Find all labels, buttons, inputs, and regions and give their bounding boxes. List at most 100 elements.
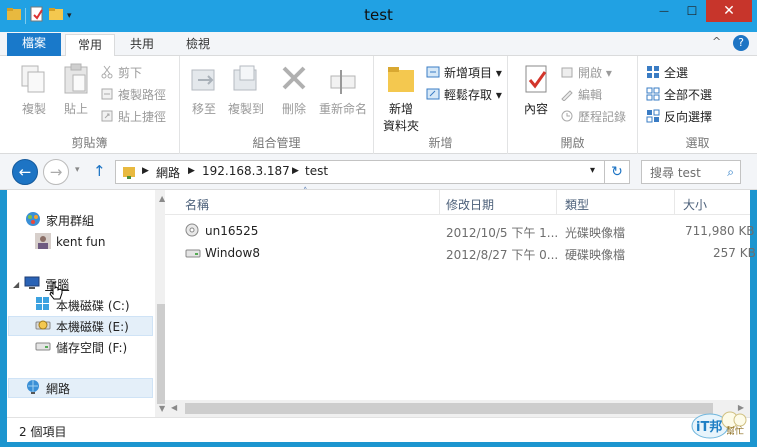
column-header: ˄ 名稱 修改日期 類型 大小 (165, 187, 750, 215)
select-none-button[interactable]: 全部不選 (646, 84, 712, 104)
paste-shortcut-button[interactable]: 貼上捷徑 (100, 106, 166, 126)
file-date: 2012/8/27 下午 0... (446, 248, 559, 262)
easy-access-button[interactable]: 輕鬆存取 ▾ (426, 84, 502, 104)
file-row[interactable]: Window8 2012/8/27 下午 0... 硬碟映像檔 257 KB (165, 243, 756, 263)
column-divider[interactable] (556, 190, 557, 215)
tab-file[interactable]: 檔案 (7, 33, 61, 56)
properties-button[interactable]: 內容 (516, 62, 556, 117)
file-name: Window8 (205, 246, 260, 260)
title-bar[interactable]: ▾ test — ☐ ✕ (0, 0, 757, 32)
copy-path-button[interactable]: 複製路徑 (100, 84, 166, 104)
nav-item-homegroup[interactable]: 家用群組 (25, 210, 94, 230)
tab-home[interactable]: 常用 (65, 34, 115, 58)
breadcrumb-test[interactable]: test (305, 164, 328, 178)
address-dropdown-icon[interactable]: ▾ (590, 165, 595, 176)
homegroup-icon (25, 211, 41, 230)
copy-button[interactable]: 複製 (14, 62, 54, 117)
organize-group-name: 組合管理 (252, 136, 301, 150)
files-scroll-thumb[interactable] (185, 403, 713, 414)
forward-button[interactable]: → (43, 159, 69, 185)
refresh-button[interactable]: ↻ (604, 160, 630, 184)
address-bar[interactable]: ▶ 網路 ▶ 192.168.3.187 ▶ test ▾ (115, 160, 605, 184)
column-date[interactable]: 修改日期 (446, 196, 494, 213)
mouse-cursor-icon (48, 282, 64, 305)
search-box[interactable]: 搜尋 test ⌕ (641, 160, 741, 184)
drive-icon (35, 317, 51, 336)
back-button[interactable]: ← (12, 159, 38, 185)
copy-to-button[interactable]: 複製到 (224, 62, 268, 117)
disc-image-icon (185, 223, 199, 240)
logo-text: iT邦 (696, 420, 723, 435)
paste-shortcut-label: 貼上捷徑 (118, 109, 167, 124)
paste-button[interactable]: 貼上 (56, 62, 96, 117)
tab-share[interactable]: 共用 (120, 34, 164, 56)
nav-item-drive-f[interactable]: 儲存空間 (F:) (35, 337, 127, 357)
properties-label: 內容 (523, 102, 548, 116)
rename-button[interactable]: 重新命名 (316, 62, 370, 117)
organize-group: 移至 複製到 刪除 重新命名 組合管理 (180, 56, 374, 154)
recent-locations-icon[interactable]: ▾ (75, 165, 80, 175)
up-arrow-icon[interactable]: ↑ (93, 162, 106, 180)
nav-item-drive-e[interactable]: 本機磁碟 (E:) (8, 316, 153, 336)
copy-label: 複製 (21, 102, 46, 116)
paste-label: 貼上 (63, 102, 88, 116)
clipboard-group-name: 剪貼簿 (71, 136, 108, 150)
breadcrumb-host[interactable]: 192.168.3.187 (202, 164, 290, 178)
explorer-window: ▾ test — ☐ ✕ 檔案 常用 共用 檢視 ^ ? 複製 貼上 剪下 複製… (0, 0, 757, 447)
window-title: test (364, 6, 393, 24)
move-to-button[interactable]: 移至 (184, 62, 224, 117)
properties-icon (525, 65, 547, 93)
select-all-icon (646, 65, 660, 79)
maximize-button[interactable]: ☐ (678, 0, 706, 22)
crumb-separator-icon: ▶ (292, 166, 299, 176)
tab-view[interactable]: 檢視 (176, 34, 220, 56)
column-type[interactable]: 類型 (565, 196, 589, 213)
close-button[interactable]: ✕ (706, 0, 752, 22)
invert-selection-icon (646, 109, 660, 123)
edit-button[interactable]: 編輯 (560, 84, 602, 104)
help-icon[interactable]: ? (733, 35, 749, 51)
invert-selection-button[interactable]: 反向選擇 (646, 106, 712, 126)
scroll-left-icon[interactable]: ◀ (171, 403, 177, 412)
user-avatar-icon (35, 232, 51, 252)
select-all-button[interactable]: 全選 (646, 62, 688, 82)
crumb-separator-icon: ▶ (142, 166, 149, 176)
minimize-button[interactable]: — (650, 0, 678, 22)
copy-path-label: 複製路徑 (118, 87, 167, 102)
breadcrumb-network[interactable]: 網路 (156, 164, 180, 181)
file-row[interactable]: un16525 2012/10/5 下午 1... 光碟映像檔 711,980 … (165, 221, 755, 241)
easy-access-icon (426, 87, 440, 101)
column-name[interactable]: 名稱 (185, 196, 209, 213)
column-divider[interactable] (439, 190, 440, 215)
collapse-ribbon-icon[interactable]: ^ (712, 35, 721, 48)
nav-item-kent-fun[interactable]: kent fun (35, 232, 105, 252)
new-folder-label-2: 資料夾 (382, 119, 419, 133)
nav-item-label: 網路 (46, 381, 71, 396)
column-divider[interactable] (674, 190, 675, 215)
delete-label: 刪除 (281, 102, 306, 116)
open-button[interactable]: 開啟 ▾ (560, 62, 612, 82)
sort-arrow-icon: ˄ (303, 187, 308, 197)
files-horizontal-scrollbar[interactable]: ◀ ▶ (165, 400, 750, 417)
cut-label: 剪下 (118, 65, 143, 80)
nav-item-label: 本機磁碟 (E:) (56, 319, 129, 334)
file-date: 2012/10/5 下午 1... (446, 226, 559, 240)
select-none-label: 全部不選 (664, 87, 713, 102)
computer-icon (24, 275, 40, 294)
history-button[interactable]: 歷程記錄 (560, 106, 626, 126)
cut-button[interactable]: 剪下 (100, 62, 142, 82)
new-item-label: 新增項目 ▾ (444, 65, 502, 80)
invert-selection-label: 反向選擇 (664, 109, 713, 124)
copy-to-label: 複製到 (227, 102, 264, 116)
nav-item-network[interactable]: 網路 (8, 378, 153, 398)
logo-subtext: 幫忙 (726, 427, 745, 437)
new-item-button[interactable]: 新增項目 ▾ (426, 62, 502, 82)
expand-arrow-icon[interactable]: ◢ (13, 280, 19, 289)
refresh-icon: ↻ (611, 164, 623, 180)
column-size[interactable]: 大小 (683, 196, 707, 213)
new-folder-button[interactable]: 新增 資料夾 (380, 62, 422, 134)
nav-item-label: kent fun (56, 235, 106, 249)
crumb-separator-icon: ▶ (188, 166, 195, 176)
arrow-left-icon: ← (18, 163, 32, 181)
delete-button[interactable]: 刪除 (276, 62, 312, 117)
